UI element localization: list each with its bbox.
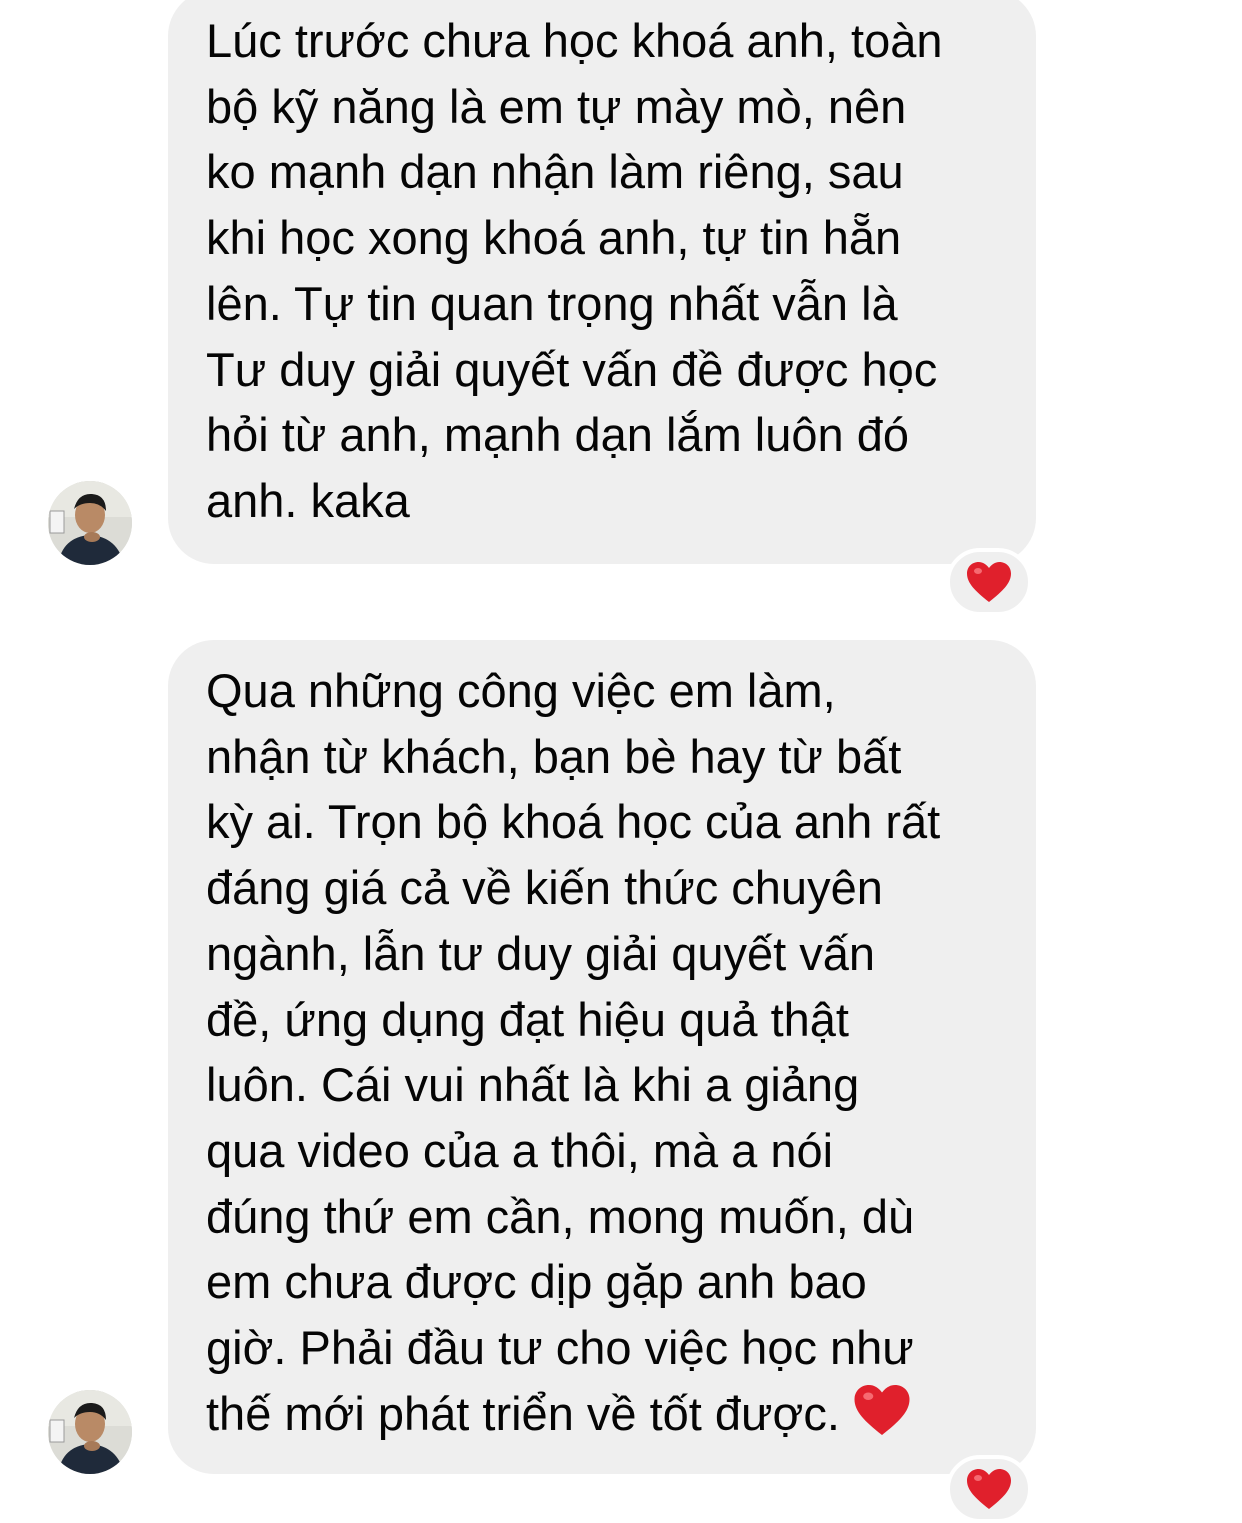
avatar[interactable]	[48, 1390, 132, 1474]
message-line: ngành, lẫn tư duy giải quyết vấn	[206, 926, 876, 980]
message-bubble[interactable]: Lúc trước chưa học khoá anh, toàn bộ kỹ …	[168, 0, 1036, 564]
message-line: em chưa được dịp gặp anh bao	[206, 1255, 867, 1309]
message-line: qua video của a thôi, mà a nói	[206, 1123, 834, 1177]
avatar[interactable]	[48, 481, 132, 565]
avatar-photo	[48, 481, 132, 565]
message-line-last: thế mới phát triển về tốt được.	[206, 1381, 1006, 1447]
heart-icon	[967, 1469, 1011, 1509]
message-line: nhận từ khách, bạn bè hay từ bất	[206, 729, 902, 783]
reaction-badge[interactable]	[946, 548, 1032, 616]
message-line: hỏi từ anh, mạnh dạn lắm luôn đó	[206, 408, 909, 462]
heart-icon	[854, 1384, 910, 1435]
message-line: anh. kaka	[206, 473, 410, 527]
message-line: đề, ứng dụng đạt hiệu quả thật	[206, 992, 849, 1046]
message-line: lên. Tự tin quan trọng nhất vẫn là	[206, 276, 898, 330]
message-line: giờ. Phải đầu tư cho việc học như	[206, 1321, 914, 1375]
message-row: Lúc trước chưa học khoá anh, toàn bộ kỹ …	[0, 0, 1242, 616]
message-line-text: thế mới phát triển về tốt được.	[206, 1386, 840, 1440]
message-thread: Lúc trước chưa học khoá anh, toàn bộ kỹ …	[0, 0, 1242, 1523]
message-line: Tư duy giải quyết vấn đề được học	[206, 342, 938, 396]
message-line: đáng giá cả về kiến thức chuyên	[206, 861, 883, 915]
message-line: Lúc trước chưa học khoá anh, toàn	[206, 14, 943, 67]
message-line: ko mạnh dạn nhận làm riêng, sau	[206, 145, 904, 199]
message-line: bộ kỹ năng là em tự mày mò, nên	[206, 79, 907, 133]
heart-icon	[967, 562, 1011, 602]
message-row: Qua những công việc em làm, nhận từ khác…	[0, 640, 1242, 1523]
message-line: khi học xong khoá anh, tự tin hẵn	[206, 211, 902, 265]
reaction-badge[interactable]	[946, 1455, 1032, 1523]
message-line: Qua những công việc em làm,	[206, 664, 836, 717]
message-line: đúng thứ em cần, mong muốn, dù	[206, 1189, 915, 1243]
message-bubble[interactable]: Qua những công việc em làm, nhận từ khác…	[168, 640, 1036, 1474]
avatar-photo	[48, 1390, 132, 1474]
message-line: kỳ ai. Trọn bộ khoá học của anh rất	[206, 795, 941, 849]
message-line: luôn. Cái vui nhất là khi a giảng	[206, 1058, 860, 1112]
